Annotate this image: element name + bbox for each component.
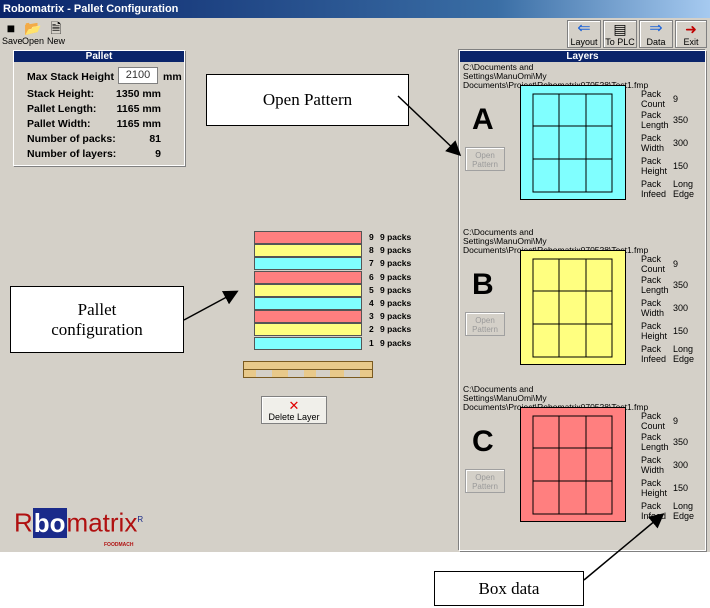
arrow-box-data xyxy=(583,513,665,581)
arrow-open-pattern xyxy=(397,95,462,157)
callout-arrows xyxy=(183,95,665,581)
arrow-pallet-configuration xyxy=(183,290,239,321)
